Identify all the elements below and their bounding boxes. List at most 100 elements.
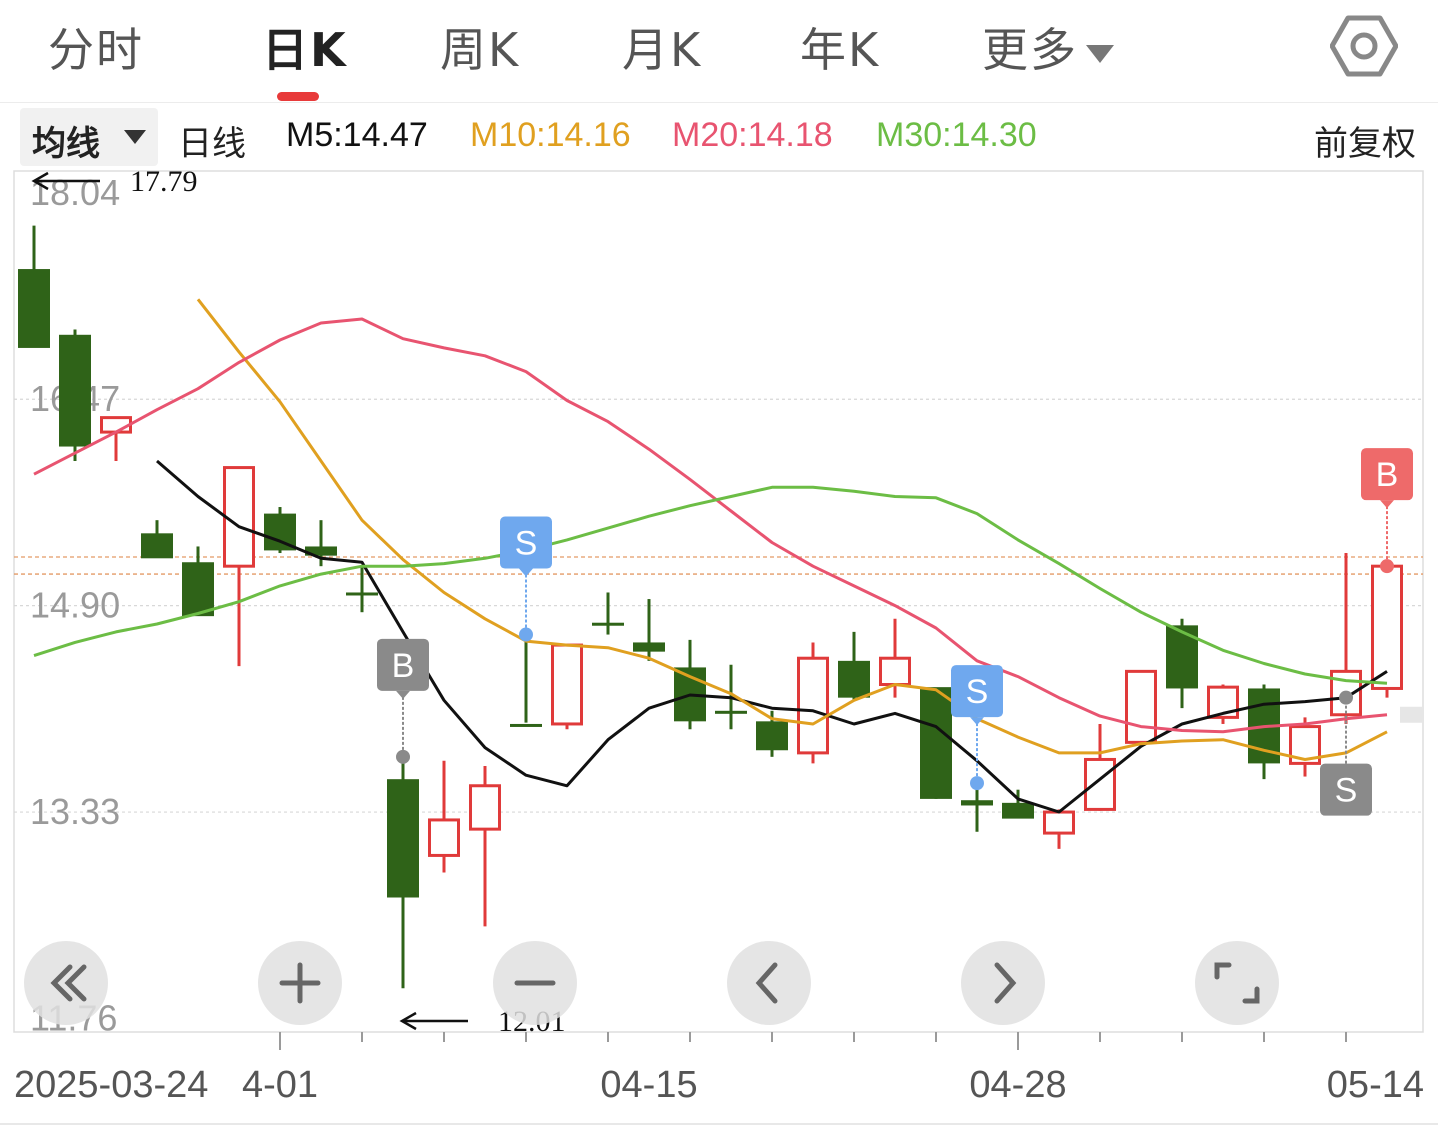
candle <box>182 546 214 617</box>
candle-body <box>961 800 993 806</box>
candle-body <box>797 656 829 755</box>
candle-body <box>387 779 419 898</box>
fullscreen-icon <box>1214 962 1260 1004</box>
marker-pointer <box>519 568 533 577</box>
tab-yearly-k[interactable]: 年K <box>800 14 880 80</box>
candle-body <box>223 466 255 568</box>
caret-down-icon <box>124 130 146 144</box>
candle-body <box>346 592 378 596</box>
trade-marker: B <box>377 638 429 764</box>
candle-body <box>510 723 542 727</box>
candle-body <box>1166 625 1198 689</box>
tab-daily-k[interactable]: 日K <box>262 14 348 80</box>
candle-body <box>18 269 50 348</box>
ma-selector-label: 均线 <box>32 124 100 164</box>
period-label: 日线 <box>178 125 246 163</box>
candle <box>551 643 583 730</box>
scroll-left-button[interactable] <box>727 941 811 1025</box>
candle <box>838 631 870 701</box>
candle-body <box>428 818 460 857</box>
marker-pointer <box>1380 500 1394 509</box>
gear-icon[interactable] <box>1330 12 1398 80</box>
candle-body <box>1043 810 1075 835</box>
chart-frame <box>13 170 1424 1033</box>
candle <box>1084 723 1116 811</box>
candle <box>223 466 255 667</box>
candle-body <box>1084 757 1116 811</box>
candle <box>961 783 993 832</box>
period-tabs: 分时 日K 周K 月K 年K 更多 <box>0 0 1438 103</box>
ma20-value: M20:14.18 <box>672 116 833 154</box>
candle <box>510 634 542 727</box>
candle-body <box>141 533 173 559</box>
candle-body <box>1125 669 1157 744</box>
candle <box>633 599 665 661</box>
chevron-right-icon <box>994 962 1017 1004</box>
ma5-value: M5:14.47 <box>286 116 428 154</box>
tab-weekly-k[interactable]: 周K <box>440 14 520 80</box>
candle <box>59 329 91 462</box>
candle-body <box>920 687 952 799</box>
zoom-in-button[interactable] <box>258 941 342 1025</box>
scroll-right-button[interactable] <box>961 941 1045 1025</box>
marker-label: S <box>966 673 989 711</box>
candle <box>387 756 419 989</box>
candle-body <box>182 562 214 617</box>
y-axis-label: 13.33 <box>30 791 120 832</box>
x-axis-label: 4-01 <box>242 1064 318 1106</box>
candle <box>1125 669 1157 744</box>
marker-dot <box>1380 559 1394 574</box>
candle <box>920 687 952 799</box>
candle <box>18 225 50 348</box>
jump-first-button[interactable] <box>24 941 108 1025</box>
candle <box>141 520 173 559</box>
candle-body <box>879 656 911 687</box>
candle <box>592 592 624 635</box>
candle-body <box>715 710 747 714</box>
x-axis-label: 04-15 <box>600 1064 697 1106</box>
candle <box>100 416 132 462</box>
candle <box>797 642 829 764</box>
plus-icon <box>279 962 321 1004</box>
candle <box>1207 684 1239 724</box>
zoom-out-button[interactable] <box>493 941 577 1025</box>
x-axis-label: 05-14 <box>1327 1064 1424 1106</box>
ma30-value: M30:14.30 <box>876 116 1037 154</box>
annotation-label: 17.79 <box>130 168 198 198</box>
candle-body <box>469 784 501 831</box>
y-axis-label: 18.04 <box>30 172 120 213</box>
marker-dot <box>396 749 410 764</box>
candle-body <box>633 642 665 652</box>
fullscreen-button[interactable] <box>1195 941 1279 1025</box>
marker-label: S <box>515 525 538 563</box>
candle <box>1289 717 1321 777</box>
candle-body <box>592 622 624 626</box>
marker-dot <box>519 627 533 642</box>
tab-intraday[interactable]: 分时 <box>48 14 144 80</box>
price-adjust-toggle[interactable]: 前复权 <box>1314 116 1416 165</box>
candle-body <box>838 660 870 698</box>
ma-selector-dropdown[interactable]: 均线 <box>20 108 158 166</box>
ma-line-m5 <box>156 459 1388 814</box>
minus-icon <box>514 980 556 986</box>
last-price-tag <box>1400 706 1424 723</box>
caret-down-icon <box>1086 44 1114 63</box>
marker-dot <box>970 776 984 791</box>
chevron-left-icon <box>755 962 778 1004</box>
candle-body <box>59 334 91 447</box>
candle-body <box>551 643 583 726</box>
tab-more-label: 更多 <box>982 23 1078 77</box>
ma10-value: M10:14.16 <box>470 116 631 154</box>
marker-label: S <box>1335 772 1358 810</box>
trade-marker: S <box>500 516 552 642</box>
y-axis-label: 14.90 <box>30 585 120 626</box>
tab-monthly-k[interactable]: 月K <box>622 14 702 80</box>
candle <box>428 760 460 873</box>
candle <box>469 766 501 927</box>
candle-body <box>1371 564 1403 690</box>
trade-marker: B <box>1361 448 1413 574</box>
candle <box>1002 789 1034 819</box>
tab-more[interactable]: 更多 <box>982 14 1114 80</box>
ma-legend-bar: 均线 日线 M5:14.47 M10:14.16 M20:14.18 M30:1… <box>0 104 1438 168</box>
candle <box>1248 684 1280 780</box>
